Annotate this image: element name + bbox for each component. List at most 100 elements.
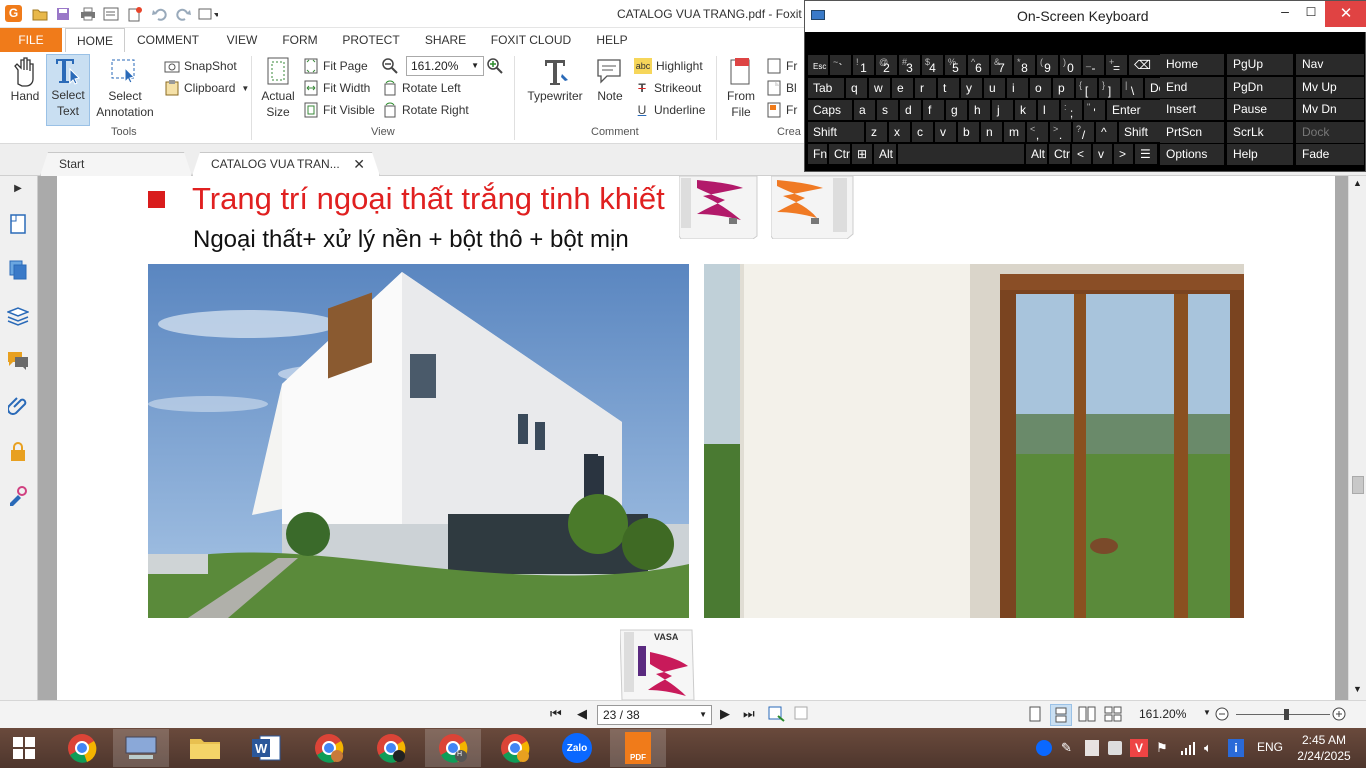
key-row5-9[interactable]: > — [1114, 144, 1133, 164]
key-x[interactable]: _ - — [1083, 55, 1104, 75]
key-x[interactable]: {[ — [1076, 78, 1097, 98]
key-a[interactable]: a — [854, 100, 875, 120]
key-w[interactable]: w — [869, 78, 890, 98]
scroll-up-icon[interactable]: ▲ — [1353, 178, 1362, 188]
typewriter-button[interactable]: Typewriter — [522, 56, 588, 104]
doc-tab-catalog[interactable]: CATALOG VUA TRAN... ✕ — [192, 152, 380, 176]
taskbar-file-explorer[interactable] — [177, 729, 233, 767]
key-1[interactable]: ! 1 — [853, 55, 874, 75]
osk-nav-key-fade[interactable]: Fade — [1296, 144, 1364, 165]
pages-icon[interactable] — [6, 258, 30, 282]
key-Shift[interactable]: Shift — [808, 122, 864, 142]
key-x[interactable]: >. — [1050, 122, 1071, 142]
fit-visible-button[interactable]: Fit Visible — [303, 100, 375, 120]
taskbar-chrome-1[interactable] — [54, 729, 110, 767]
key-2[interactable]: @2 — [876, 55, 897, 75]
security-lock-icon[interactable] — [6, 440, 30, 464]
windows-start-button[interactable] — [0, 729, 48, 767]
key-0[interactable]: ) 0 — [1060, 55, 1081, 75]
key-x[interactable]: }] — [1099, 78, 1120, 98]
key-z[interactable]: z — [866, 122, 887, 142]
page-thumbnails-icon[interactable] — [6, 212, 30, 236]
osk-nav-key-nav[interactable]: Nav — [1296, 54, 1364, 75]
taskbar-chrome-4[interactable]: H — [425, 729, 481, 767]
tab-form[interactable]: FORM — [275, 28, 325, 52]
strikeout-button[interactable]: T Strikeout — [634, 78, 701, 98]
taskbar-word[interactable]: W — [238, 729, 294, 767]
attachment-icon[interactable] — [6, 394, 30, 418]
menu-key[interactable]: ☰ — [1135, 144, 1157, 164]
key-row5-1[interactable]: Ctrl — [829, 144, 850, 164]
clock[interactable]: 2:45 AM 2/24/2025 — [1296, 732, 1352, 764]
taskbar-foxit[interactable]: PDF — [610, 729, 666, 767]
key-u[interactable]: u — [984, 78, 1005, 98]
close-icon[interactable]: ✕ — [353, 153, 365, 175]
osk-nav-key-pgup[interactable]: PgUp — [1227, 54, 1293, 75]
key-9[interactable]: (9 — [1037, 55, 1058, 75]
key-x[interactable]: ^ — [1096, 122, 1117, 142]
osk-nav-key-insert[interactable]: Insert — [1160, 99, 1224, 120]
taskbar-chrome-5[interactable] — [487, 729, 543, 767]
zalo-tray-icon[interactable] — [1036, 740, 1052, 756]
key-n[interactable]: n — [981, 122, 1002, 142]
open-folder-icon[interactable] — [30, 4, 50, 24]
key-x[interactable]: ? / — [1073, 122, 1094, 142]
minimize-icon[interactable]: – — [1275, 3, 1295, 19]
fit-width-button[interactable]: Fit Width — [303, 78, 370, 98]
last-page-icon[interactable]: ⏭ — [743, 706, 755, 722]
osk-nav-key-home[interactable]: Home — [1160, 54, 1224, 75]
key-7[interactable]: & 7 — [991, 55, 1012, 75]
key-Caps[interactable]: Caps — [808, 100, 852, 120]
expand-arrow-icon[interactable]: ▶ — [6, 180, 30, 196]
select-text-button[interactable]: Select Text — [46, 54, 90, 126]
undo-icon[interactable] — [150, 4, 170, 24]
key-g[interactable]: g — [946, 100, 967, 120]
key-h[interactable]: h — [969, 100, 990, 120]
hand-tool-button[interactable]: Hand — [6, 56, 44, 104]
previous-view-icon[interactable] — [768, 706, 786, 722]
tab-protect[interactable]: PROTECT — [336, 28, 406, 52]
maximize-icon[interactable]: ☐ — [1301, 5, 1321, 19]
osk-nav-key-options[interactable]: Options — [1160, 144, 1224, 165]
tray-icon[interactable]: ✎ — [1061, 740, 1072, 756]
vietkey-icon[interactable]: V — [1130, 739, 1148, 757]
comments-icon[interactable] — [6, 348, 30, 372]
taskbar-zalo[interactable]: Zalo — [549, 729, 605, 767]
status-zoom-value[interactable]: 161.20% — [1139, 707, 1186, 721]
previous-page-icon[interactable]: ◀ — [577, 706, 587, 722]
info-icon[interactable]: i — [1228, 739, 1244, 757]
doc-tab-start[interactable]: Start — [40, 152, 192, 176]
volume-icon[interactable]: 🔈︎ — [1204, 740, 1212, 756]
tab-comment[interactable]: COMMENT — [132, 28, 204, 52]
key-row5-3[interactable]: Alt — [874, 144, 896, 164]
redo-icon[interactable] — [173, 4, 193, 24]
facing-page-icon[interactable] — [1078, 706, 1096, 722]
osk-nav-key-end[interactable]: End — [1160, 76, 1224, 98]
tab-foxit-cloud[interactable]: FOXIT CLOUD — [484, 28, 578, 52]
key-3[interactable]: #3 — [899, 55, 920, 75]
key-p[interactable]: p — [1053, 78, 1074, 98]
key-6[interactable]: ^ 6 — [968, 55, 989, 75]
key-y[interactable]: y — [961, 78, 982, 98]
first-page-icon[interactable]: ⏮ — [550, 706, 562, 722]
continuous-facing-icon[interactable] — [1104, 706, 1122, 722]
key-Esc[interactable]: Esc — [808, 55, 828, 75]
zoom-in-icon[interactable] — [1331, 706, 1347, 722]
key-x[interactable]: x — [889, 122, 910, 142]
osk-nav-key-mv-up[interactable]: Mv Up — [1296, 76, 1364, 98]
key-x[interactable]: | \ — [1122, 78, 1143, 98]
page-number-input[interactable]: 23 / 38 ▼ — [597, 705, 712, 725]
network-icon[interactable] — [1180, 740, 1196, 756]
key-row5-5[interactable]: Alt — [1026, 144, 1047, 164]
key-c[interactable]: c — [912, 122, 933, 142]
key-f[interactable]: f — [923, 100, 944, 120]
tray-icon[interactable] — [1108, 741, 1122, 755]
fit-page-button[interactable]: Fit Page — [303, 56, 368, 76]
key-l[interactable]: l — [1038, 100, 1059, 120]
scroll-thumb[interactable] — [1352, 476, 1364, 494]
key-8[interactable]: * 8 — [1014, 55, 1035, 75]
key-x[interactable]: ~ ` — [830, 55, 851, 75]
key-k[interactable]: k — [1015, 100, 1036, 120]
key-Tab[interactable]: Tab — [808, 78, 844, 98]
key-x[interactable]: <, — [1027, 122, 1048, 142]
